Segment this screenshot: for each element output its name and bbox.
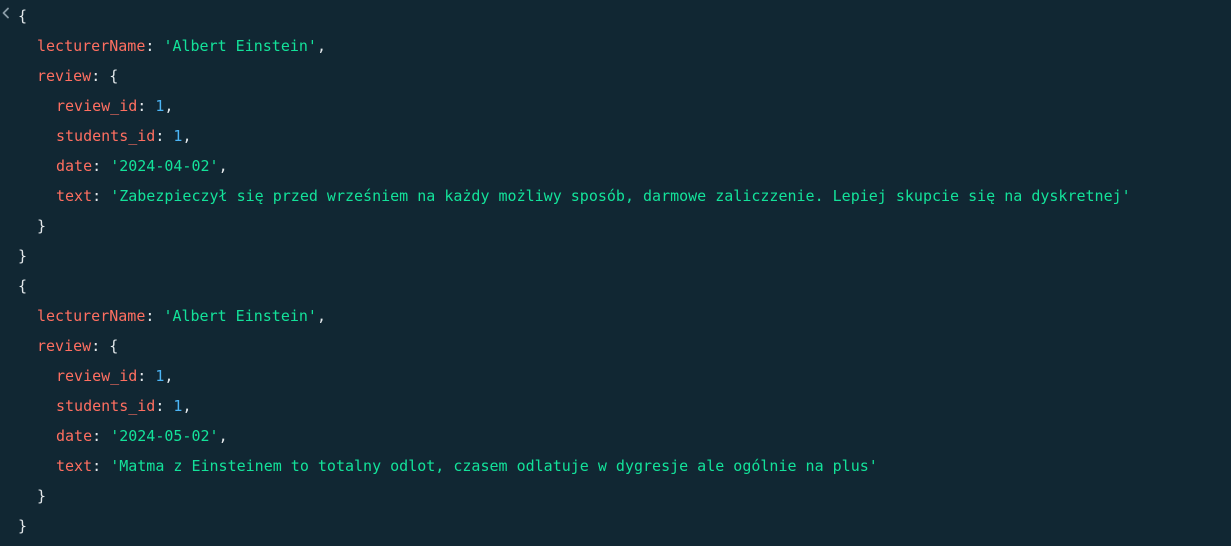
field-key: date	[56, 427, 93, 445]
shell-output: { lecturerName: 'Albert Einstein', revie…	[0, 0, 1231, 546]
field-key: students_id	[56, 397, 156, 415]
field-key: date	[56, 157, 93, 175]
field-value: '2024-04-02'	[110, 157, 219, 175]
students-id-field: students_id: 1,	[56, 127, 192, 145]
field-key: lecturerName	[37, 37, 146, 55]
document-close-brace: }	[18, 247, 28, 265]
chevron-left-icon[interactable]	[1, 7, 11, 19]
field-key: text	[56, 457, 93, 475]
document-close-brace: }	[18, 517, 28, 535]
field-key: lecturerName	[37, 307, 146, 325]
review-id-field: review_id: 1,	[56, 97, 174, 115]
review-close-brace: }	[37, 487, 47, 505]
date-field: date: '2024-05-02',	[56, 427, 228, 445]
review-id-field: review_id: 1,	[56, 367, 174, 385]
field-key: review_id	[56, 97, 138, 115]
field-value: 'Zabezpieczył się przed wrześniem na każ…	[110, 187, 1131, 205]
field-key: students_id	[56, 127, 156, 145]
date-field: date: '2024-04-02',	[56, 157, 228, 175]
students-id-field: students_id: 1,	[56, 397, 192, 415]
review-close-brace: }	[37, 217, 47, 235]
field-value: 'Albert Einstein'	[163, 307, 317, 325]
document-open-brace: {	[18, 7, 28, 25]
document-list: { lecturerName: 'Albert Einstein', revie…	[18, 0, 1131, 541]
field-value: 'Albert Einstein'	[163, 37, 317, 55]
field-key: text	[56, 187, 93, 205]
lecturer-name-field: lecturerName: 'Albert Einstein',	[37, 37, 326, 55]
document-open-brace: {	[18, 277, 28, 295]
field-key: review	[37, 337, 92, 355]
text-field: text: 'Matma z Einsteinem to totalny odl…	[56, 457, 878, 475]
field-key: review	[37, 67, 92, 85]
field-value: '2024-05-02'	[110, 427, 219, 445]
text-field: text: 'Zabezpieczył się przed wrześniem …	[56, 187, 1131, 205]
field-value: 'Matma z Einsteinem to totalny odlot, cz…	[110, 457, 878, 475]
review-field: review: {	[37, 67, 119, 85]
review-field: review: {	[37, 337, 119, 355]
field-key: review_id	[56, 367, 138, 385]
lecturer-name-field: lecturerName: 'Albert Einstein',	[37, 307, 326, 325]
